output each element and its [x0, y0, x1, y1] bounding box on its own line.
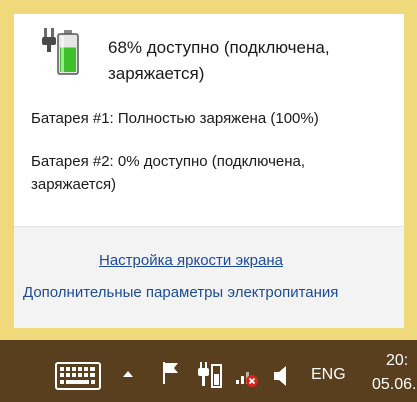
flyout-links-area: Настройка яркости экрана Дополнительные … [14, 226, 404, 328]
battery-2-status: Батарея #2: 0% доступно (подключена, зар… [31, 153, 306, 193]
clock-date[interactable]: 05.06. [372, 376, 416, 394]
keyboard-icon[interactable] [55, 362, 101, 390]
network-disconnected-icon[interactable] [235, 364, 259, 388]
taskbar: ENG 20: 05.06. [0, 340, 417, 402]
battery-status-headline: 68% доступно (подключена, заряжается) [108, 38, 330, 83]
battery-charging-icon [42, 28, 79, 75]
screen-brightness-link[interactable]: Настройка яркости экрана [99, 251, 283, 271]
speaker-icon[interactable] [272, 362, 290, 390]
clock-time[interactable]: 20: [386, 352, 408, 370]
flag-icon[interactable] [160, 360, 182, 386]
battery-1-status: Батарея #1: Полностью заряжена (100%) [31, 110, 319, 127]
input-language-indicator[interactable]: ENG [311, 366, 346, 384]
power-options-link[interactable]: Дополнительные параметры электропитания [23, 283, 338, 303]
chevron-up-icon[interactable] [121, 367, 135, 381]
battery-flyout-panel: 68% доступно (подключена, заряжается) Ба… [14, 14, 404, 328]
power-plug-icon[interactable] [197, 360, 223, 390]
battery-flyout: 68% доступно (подключена, заряжается) Ба… [0, 0, 417, 340]
